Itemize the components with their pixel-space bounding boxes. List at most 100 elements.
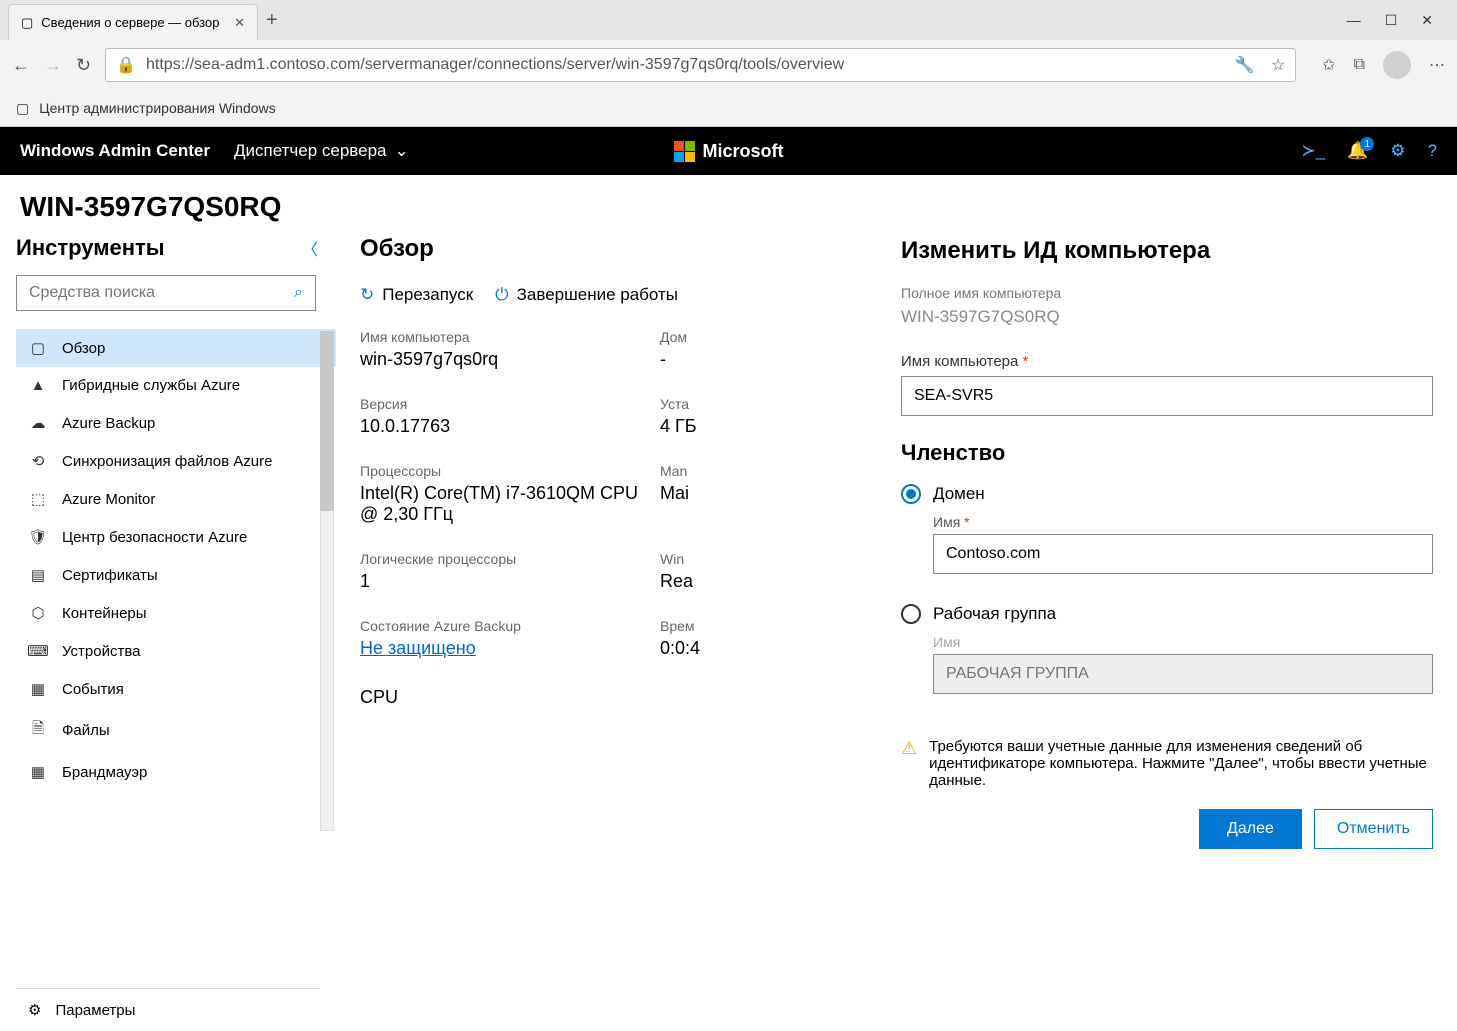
wac-nav-dropdown[interactable]: Диспетчер сервера ⌄ bbox=[234, 141, 409, 161]
collapse-sidebar-icon[interactable]: 〈 bbox=[302, 236, 318, 260]
wac-header: Windows Admin Center Диспетчер сервера ⌄… bbox=[0, 127, 1457, 175]
collections-icon[interactable]: ⧉ bbox=[1354, 56, 1365, 74]
sidebar-scrollbar-thumb[interactable] bbox=[320, 331, 334, 511]
browser-chrome: ▢ Сведения о сервере — обзор ✕ + — ☐ ✕ ←… bbox=[0, 0, 1457, 127]
bookmark-label[interactable]: Центр администрирования Windows bbox=[39, 100, 275, 116]
domain-name-input[interactable] bbox=[933, 534, 1433, 574]
search-input[interactable] bbox=[29, 284, 294, 302]
logical-value: 1 bbox=[360, 571, 660, 592]
menu-icon[interactable]: ⋯ bbox=[1429, 55, 1445, 75]
backup-icon: ☁ bbox=[28, 414, 48, 432]
wac-title[interactable]: Windows Admin Center bbox=[20, 141, 210, 161]
tool-label: События bbox=[62, 681, 124, 698]
key-icon[interactable]: 🔧 bbox=[1235, 55, 1255, 75]
tool-label: Файлы bbox=[62, 722, 110, 739]
domain-radio-row[interactable]: Домен bbox=[901, 484, 1433, 504]
workgroup-name-label: Имя bbox=[933, 634, 1433, 650]
close-tab-icon[interactable]: ✕ bbox=[234, 15, 245, 31]
logical-label: Логические процессоры bbox=[360, 551, 660, 567]
next-button[interactable]: Далее bbox=[1199, 809, 1302, 849]
tab-title: Сведения о сервере — обзор bbox=[41, 15, 219, 30]
tool-label: Azure Backup bbox=[62, 415, 155, 432]
tool-label: Контейнеры bbox=[62, 605, 147, 622]
tool-azure-monitor[interactable]: ⬚Azure Monitor bbox=[16, 480, 336, 518]
monitor-icon: ⬚ bbox=[28, 490, 48, 508]
restart-icon: ↻ bbox=[360, 285, 374, 305]
shutdown-label: Завершение работы bbox=[517, 285, 678, 305]
address-bar[interactable]: 🔒 https://sea-adm1.contoso.com/serverman… bbox=[105, 48, 1296, 82]
microsoft-brand: Microsoft bbox=[674, 141, 784, 162]
tool-certificates[interactable]: ▤Сертификаты bbox=[16, 556, 336, 594]
tool-files[interactable]: 🗎Файлы bbox=[16, 708, 336, 753]
workgroup-radio-label: Рабочая группа bbox=[933, 604, 1056, 624]
container-icon: ⬡ bbox=[28, 604, 48, 622]
workgroup-radio-row[interactable]: Рабочая группа bbox=[901, 604, 1433, 624]
workgroup-radio[interactable] bbox=[901, 604, 921, 624]
browser-tab[interactable]: ▢ Сведения о сервере — обзор ✕ bbox=[8, 4, 258, 40]
backup-value[interactable]: Не защищено bbox=[360, 638, 660, 659]
page-icon: ▢ bbox=[21, 15, 33, 31]
cpu-value: Intel(R) Core(TM) i7-3610QM CPU @ 2,30 Г… bbox=[360, 483, 660, 525]
minimize-icon[interactable]: — bbox=[1347, 12, 1361, 29]
membership-heading: Членство bbox=[901, 440, 1433, 466]
events-icon: ▦ bbox=[28, 680, 48, 698]
profile-avatar[interactable] bbox=[1383, 51, 1411, 79]
cpu-label: Процессоры bbox=[360, 463, 660, 479]
bookmark-icon: ▢ bbox=[16, 100, 29, 117]
warning-icon: ⚠ bbox=[901, 738, 917, 789]
favorites-icon[interactable]: ✩ bbox=[1322, 55, 1335, 75]
domain-radio[interactable] bbox=[901, 484, 921, 504]
edit-computer-id-panel: Изменить ИД компьютера Полное имя компью… bbox=[877, 231, 1457, 1031]
url-text: https://sea-adm1.contoso.com/servermanag… bbox=[146, 56, 1225, 74]
forward-button[interactable]: → bbox=[44, 55, 62, 76]
search-icon[interactable]: ⌕ bbox=[294, 284, 303, 302]
computer-name-label: Имя компьютера bbox=[360, 329, 660, 345]
tool-azure-file-sync[interactable]: ⟲Синхронизация файлов Azure bbox=[16, 442, 336, 480]
version-value: 10.0.17763 bbox=[360, 416, 660, 437]
tools-search[interactable]: ⌕ bbox=[16, 275, 316, 311]
tool-firewall[interactable]: ▦Брандмауэр bbox=[16, 753, 336, 791]
shield-icon: 🛡 bbox=[28, 528, 48, 546]
tool-devices[interactable]: ⌨Устройства bbox=[16, 632, 336, 670]
tool-containers[interactable]: ⬡ Контейнеры bbox=[16, 594, 336, 632]
power-icon: ⏻ bbox=[495, 285, 508, 305]
maximize-icon[interactable]: ☐ bbox=[1385, 12, 1398, 29]
restart-button[interactable]: ↻Перезапуск bbox=[360, 285, 473, 305]
new-tab-button[interactable]: + bbox=[266, 9, 278, 32]
version-label: Версия bbox=[360, 396, 660, 412]
cancel-button[interactable]: Отменить bbox=[1314, 809, 1433, 849]
wac-nav-label: Диспетчер сервера bbox=[234, 141, 387, 161]
workgroup-name-input bbox=[933, 654, 1433, 694]
tool-azure-security[interactable]: 🛡 Центр безопасности Azure bbox=[16, 518, 336, 556]
tool-overview[interactable]: ▢Обзор bbox=[16, 329, 336, 367]
settings-label: Параметры bbox=[55, 1002, 135, 1019]
back-button[interactable]: ← bbox=[12, 55, 30, 76]
close-window-icon[interactable]: ✕ bbox=[1421, 12, 1433, 29]
domain-radio-label: Домен bbox=[933, 484, 985, 504]
azure-icon: ▲ bbox=[28, 377, 48, 394]
sidebar-title: Инструменты bbox=[16, 235, 165, 261]
notifications-icon[interactable]: 🔔1 bbox=[1347, 141, 1368, 161]
tools-list: ▢Обзор ▲Гибридные службы Azure ☁ Azure Ba… bbox=[16, 329, 336, 988]
shutdown-button[interactable]: ⏻ Завершение работы bbox=[495, 285, 678, 305]
tool-azure-backup[interactable]: ☁ Azure Backup bbox=[16, 404, 336, 442]
domain-name-label: Имя * bbox=[933, 514, 1433, 530]
certificate-icon: ▤ bbox=[28, 566, 48, 584]
help-icon[interactable]: ? bbox=[1428, 141, 1437, 161]
computer-name-field-label: Имя компьютера * bbox=[901, 353, 1433, 370]
powershell-icon[interactable]: ≻_ bbox=[1301, 141, 1325, 161]
full-name-value: WIN-3597G7QS0RQ bbox=[901, 307, 1433, 327]
panel-title: Изменить ИД компьютера bbox=[901, 237, 1433, 265]
nav-bar: ← → ↻ 🔒 https://sea-adm1.contoso.com/ser… bbox=[0, 40, 1457, 90]
tool-label: Центр безопасности Azure bbox=[62, 529, 247, 546]
tool-azure-hybrid[interactable]: ▲Гибридные службы Azure bbox=[16, 367, 336, 404]
firewall-icon: ▦ bbox=[28, 763, 48, 781]
computer-name-input[interactable] bbox=[901, 376, 1433, 416]
tool-events[interactable]: ▦ События bbox=[16, 670, 336, 708]
settings-gear-icon[interactable]: ⚙ bbox=[1390, 141, 1405, 161]
overview-panel: Обзор ↻Перезапуск ⏻Завершение работы Имя… bbox=[336, 231, 1457, 1031]
warning-text: Требуются ваши учетные данные для измене… bbox=[929, 738, 1433, 789]
star-icon[interactable]: ☆ bbox=[1271, 55, 1285, 75]
sidebar-settings[interactable]: ⚙ Параметры bbox=[16, 988, 320, 1031]
refresh-button[interactable]: ↻ bbox=[76, 55, 91, 76]
